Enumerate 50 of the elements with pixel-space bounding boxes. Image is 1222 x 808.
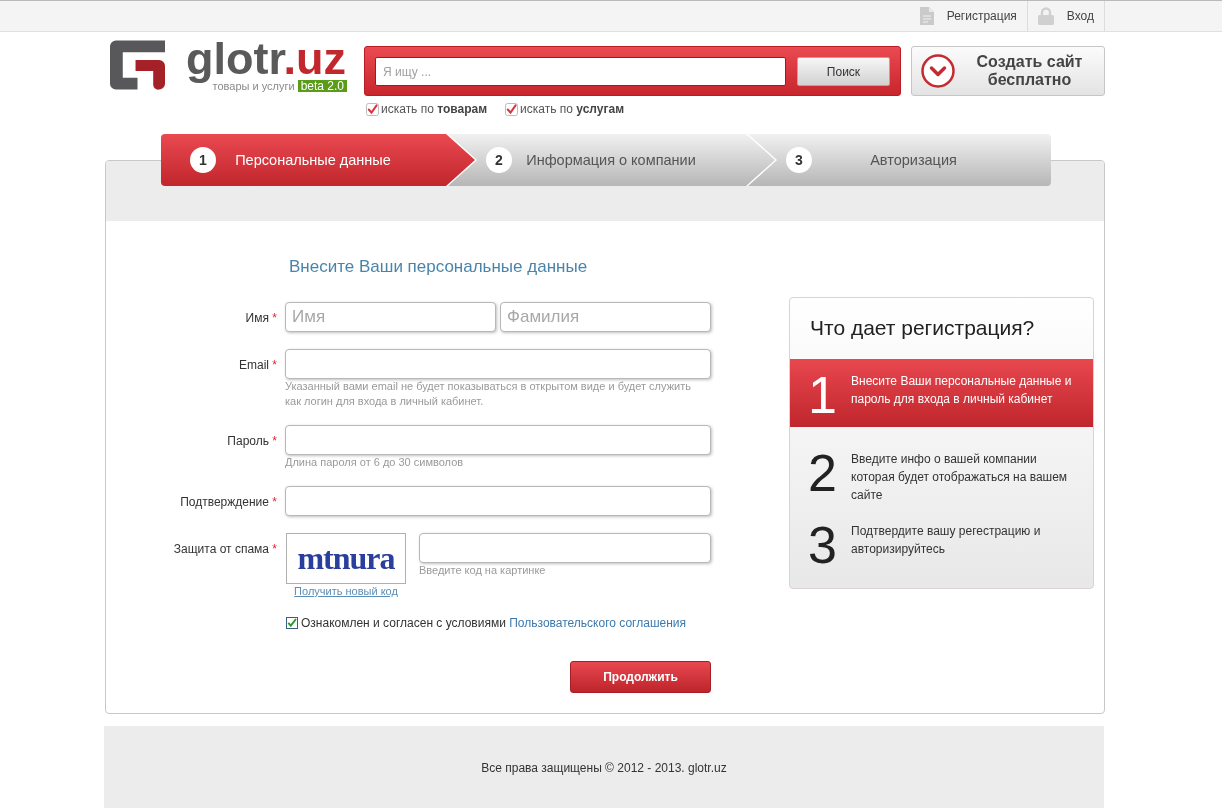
step-label: Персональные данные bbox=[235, 152, 391, 168]
register-link[interactable]: Регистрация bbox=[909, 1, 1027, 31]
create-site-button[interactable]: Создать сайт бесплатно bbox=[911, 46, 1105, 96]
agreement-text: Ознакомлен и согласен с условиями Пользовательского соглашения bbox=[301, 615, 686, 631]
search-button[interactable]: Поиск bbox=[797, 57, 890, 86]
input-field[interactable] bbox=[285, 349, 711, 379]
search-field[interactable]: Я ищу ... bbox=[375, 57, 786, 86]
input-field[interactable] bbox=[419, 533, 711, 563]
step-number: 1 bbox=[190, 147, 216, 173]
field-label: Защита от спама * bbox=[173, 542, 277, 556]
checkbox[interactable] bbox=[505, 102, 519, 116]
benefit-number: 2 bbox=[808, 453, 837, 493]
benefit-text: Подтвердите вашу регестрацию и авторизируйтесь bbox=[851, 523, 1042, 558]
hint-text: Указанный вами email не будет показываться в открытом виде и будет служить как логин для входа в личный кабинет. bbox=[285, 379, 692, 409]
document-icon bbox=[919, 7, 934, 25]
step-number: 3 bbox=[786, 147, 812, 173]
step-label: Информация о компании bbox=[526, 152, 696, 168]
benefit-number: 1 bbox=[808, 375, 837, 415]
tagline: товары и услуги bbox=[212, 80, 295, 92]
input-field[interactable]: Имя bbox=[285, 302, 496, 332]
field-label: Имя * bbox=[245, 311, 277, 325]
benefit-text: Внесите Ваши персональные данные и пароль для входа в личный кабинет bbox=[851, 373, 1073, 408]
checkbox[interactable] bbox=[286, 617, 298, 629]
input-field[interactable] bbox=[285, 486, 711, 516]
continue-button[interactable]: Продолжить bbox=[570, 661, 711, 693]
captcha-image: mtnura bbox=[286, 533, 406, 584]
beta-badge: beta 2.0 bbox=[297, 80, 347, 92]
hint-text: Введите код на картинке bbox=[419, 563, 546, 578]
input-field[interactable] bbox=[285, 425, 711, 455]
hint-text: Длина пароля от 6 до 30 символов bbox=[285, 455, 464, 470]
filter-label: искать по услугам bbox=[520, 102, 624, 116]
copyright-text: Все права защищены © 2012 - 2013. glotr.uz bbox=[481, 761, 727, 775]
step-label: Авторизация bbox=[870, 152, 957, 168]
filter-label: искать по товарам bbox=[381, 102, 488, 116]
field-label: Пароль * bbox=[227, 434, 277, 448]
logo-icon bbox=[110, 40, 165, 90]
form-title: Внесите Ваши персональные данные bbox=[289, 257, 588, 277]
step-number: 2 bbox=[486, 147, 512, 173]
lock-icon bbox=[1037, 7, 1054, 25]
field-label: Подтверждение * bbox=[180, 495, 277, 509]
benefits-title: Что дает регистрация? bbox=[810, 315, 1035, 341]
field-label: Email * bbox=[238, 358, 277, 372]
benefit-number: 3 bbox=[808, 525, 837, 565]
benefit-text: Введите инфо о вашей компании которая будет отображаться на вашем сайте bbox=[851, 451, 1069, 504]
login-link[interactable]: Вход bbox=[1026, 1, 1105, 31]
refresh-link[interactable]: Получить новый код bbox=[294, 584, 398, 599]
input-field[interactable]: Фамилия bbox=[500, 302, 711, 332]
chevron-down-circle-icon bbox=[921, 54, 955, 88]
agreement-link[interactable]: Пользовательского соглашения bbox=[509, 616, 686, 630]
checkbox[interactable] bbox=[366, 102, 379, 116]
